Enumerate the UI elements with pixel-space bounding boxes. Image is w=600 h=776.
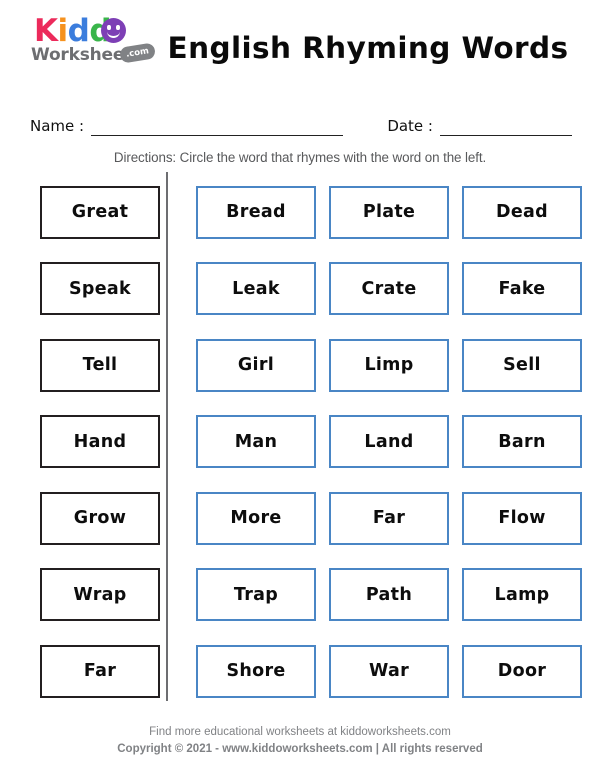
page-header: Kidd Worksheets .com English Rhyming Wor… — [0, 0, 600, 96]
option-word-box[interactable]: Dead — [462, 185, 582, 239]
option-word-box[interactable]: Fake — [462, 262, 582, 316]
name-date-row: Name : Date : — [0, 96, 600, 136]
footer-copyright-text: Copyright © 2021 - www.kiddoworksheets.c… — [117, 743, 483, 755]
option-word-box[interactable]: Door — [462, 644, 582, 698]
option-word-box[interactable]: Path — [329, 568, 449, 622]
option-word-box[interactable]: Lamp — [462, 568, 582, 622]
prompt-word-box: Hand — [40, 415, 160, 469]
prompt-word-box: Far — [40, 644, 160, 698]
date-field-group: Date : — [387, 117, 572, 136]
option-word-box[interactable]: Plate — [329, 185, 449, 239]
option-word-box[interactable]: Trap — [196, 568, 316, 622]
option-word-box[interactable]: Shore — [196, 644, 316, 698]
smiley-mouth — [107, 29, 120, 38]
option-word-box[interactable]: Sell — [462, 338, 582, 392]
page-title: English Rhyming Words — [167, 31, 569, 65]
date-label: Date : — [387, 117, 433, 135]
option-word-box[interactable]: Limp — [329, 338, 449, 392]
exercise-row: Far Shore War Door — [40, 633, 582, 710]
logo-letter-i: i — [57, 13, 69, 49]
option-word-box[interactable]: Flow — [462, 491, 582, 545]
worksheet-page: Kidd Worksheets .com English Rhyming Wor… — [0, 0, 600, 776]
option-word-box[interactable]: War — [329, 644, 449, 698]
option-word-box[interactable]: Land — [329, 415, 449, 469]
prompt-word-box: Great — [40, 185, 160, 239]
prompt-word-box: Speak — [40, 262, 160, 316]
option-word-box[interactable]: Far — [329, 491, 449, 545]
option-word-box[interactable]: Man — [196, 415, 316, 469]
exercise-row: Tell Girl Limp Sell — [40, 327, 582, 404]
logo-wordmark: Kidd — [34, 13, 112, 49]
option-word-box[interactable]: Crate — [329, 262, 449, 316]
logo-letter-d: d — [67, 13, 90, 49]
option-word-box[interactable]: Bread — [196, 185, 316, 239]
exercise-row: Great Bread Plate Dead — [40, 174, 582, 251]
option-word-box[interactable]: Barn — [462, 415, 582, 469]
date-input[interactable] — [440, 120, 572, 136]
exercise-row: Speak Leak Crate Fake — [40, 251, 582, 328]
prompt-word-box: Tell — [40, 338, 160, 392]
page-footer: Find more educational worksheets at kidd… — [0, 720, 600, 776]
name-field-group: Name : — [30, 117, 344, 136]
name-label: Name : — [30, 117, 85, 135]
footer-promo-text: Find more educational worksheets at kidd… — [149, 726, 451, 738]
exercise-row: Grow More Far Flow — [40, 480, 582, 557]
name-input[interactable] — [91, 120, 344, 136]
column-divider — [166, 172, 168, 701]
exercise-grid: Great Bread Plate Dead Speak Leak Crate … — [0, 170, 600, 720]
exercise-row: Wrap Trap Path Lamp — [40, 557, 582, 634]
kiddo-worksheets-logo[interactable]: Kidd Worksheets .com — [28, 15, 166, 81]
prompt-word-box: Grow — [40, 491, 160, 545]
directions-text: Directions: Circle the word that rhymes … — [113, 150, 487, 165]
option-word-box[interactable]: Leak — [196, 262, 316, 316]
prompt-word-box: Wrap — [40, 568, 160, 622]
exercise-row: Hand Man Land Barn — [40, 404, 582, 481]
smiley-face-icon — [101, 18, 126, 43]
option-word-box[interactable]: More — [196, 491, 316, 545]
logo-letter-k: K — [34, 13, 58, 49]
option-word-box[interactable]: Girl — [196, 338, 316, 392]
